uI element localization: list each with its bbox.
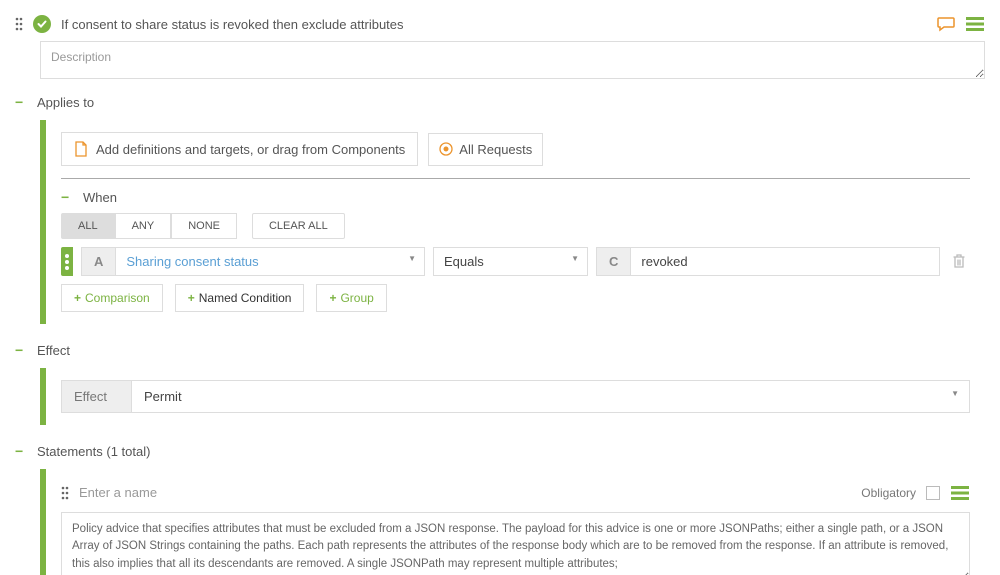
definitions-row: Add definitions and targets, or drag fro… [61,132,970,179]
logic-none-button[interactable]: NONE [171,213,237,239]
add-group-button[interactable]: +Group [316,284,386,312]
all-requests-label: All Requests [459,142,532,157]
collapse-icon[interactable]: − [15,443,27,459]
effect-header[interactable]: − Effect [15,342,985,358]
logic-any-button[interactable]: ANY [115,213,172,239]
statements-header[interactable]: − Statements (1 total) [15,443,985,459]
add-definitions-button[interactable]: Add definitions and targets, or drag fro… [61,132,418,166]
drag-handle-icon[interactable] [61,485,69,501]
add-comparison-button[interactable]: +Comparison [61,284,163,312]
collapse-icon[interactable]: − [61,189,73,205]
effect-selector[interactable]: Effect Permit ▼ [61,380,970,413]
collapse-icon[interactable]: − [15,94,27,110]
collapse-icon[interactable]: − [15,342,27,358]
target-icon [439,142,453,156]
attribute-tag: A [82,248,116,275]
when-header[interactable]: − When [61,189,970,205]
applies-to-body: Add definitions and targets, or drag fro… [40,120,985,324]
statement-name-input[interactable]: Enter a name [79,481,851,504]
effect-value: Permit [132,381,941,412]
add-named-condition-button[interactable]: +Named Condition [175,284,305,312]
value-text[interactable]: revoked [631,248,939,275]
value-input[interactable]: C revoked [596,247,940,276]
condition-row: A Sharing consent status ▼ Equals ▼ C re… [61,247,970,276]
obligatory-label: Obligatory [861,486,916,500]
chevron-down-icon[interactable]: ▼ [563,248,587,275]
statements-section-label: Statements (1 total) [37,444,150,459]
when-label: When [83,190,117,205]
check-icon [33,15,51,33]
value-tag: C [597,248,631,275]
effect-label: Effect [62,381,132,412]
statement-header: Enter a name Obligatory [61,481,970,504]
applies-to-header[interactable]: − Applies to [15,94,985,110]
chevron-down-icon[interactable]: ▼ [400,248,424,275]
statement-description[interactable]: Policy advice that specifies attributes … [61,512,970,575]
operator-selector[interactable]: Equals ▼ [433,247,588,276]
drag-handle-icon[interactable] [15,16,23,32]
attribute-name[interactable]: Sharing consent status [116,248,400,275]
logic-clear-button[interactable]: CLEAR ALL [252,213,345,239]
effect-body: Effect Permit ▼ [40,368,985,425]
comment-icon[interactable] [937,15,955,33]
rule-header: If consent to share status is revoked th… [15,15,985,33]
operator-name: Equals [434,248,563,275]
add-buttons-row: +Comparison +Named Condition +Group [61,284,970,312]
rule-title[interactable]: If consent to share status is revoked th… [61,17,927,32]
menu-icon[interactable] [965,16,985,32]
document-icon [74,141,88,157]
add-definitions-label: Add definitions and targets, or drag fro… [96,142,405,157]
statements-body: Enter a name Obligatory Policy advice th… [40,469,985,575]
applies-to-label: Applies to [37,95,94,110]
logic-buttons: ALL ANY NONE CLEAR ALL [61,213,970,239]
obligatory-checkbox[interactable] [926,486,940,500]
trash-icon[interactable] [948,247,970,276]
attribute-selector[interactable]: A Sharing consent status ▼ [81,247,425,276]
all-requests-button[interactable]: All Requests [428,133,543,166]
chevron-down-icon[interactable]: ▼ [941,381,969,412]
logic-all-button[interactable]: ALL [61,213,115,239]
drag-handle-icon[interactable] [61,247,73,276]
menu-icon[interactable] [950,485,970,501]
description-input[interactable]: Description [40,41,985,79]
effect-section-label: Effect [37,343,70,358]
